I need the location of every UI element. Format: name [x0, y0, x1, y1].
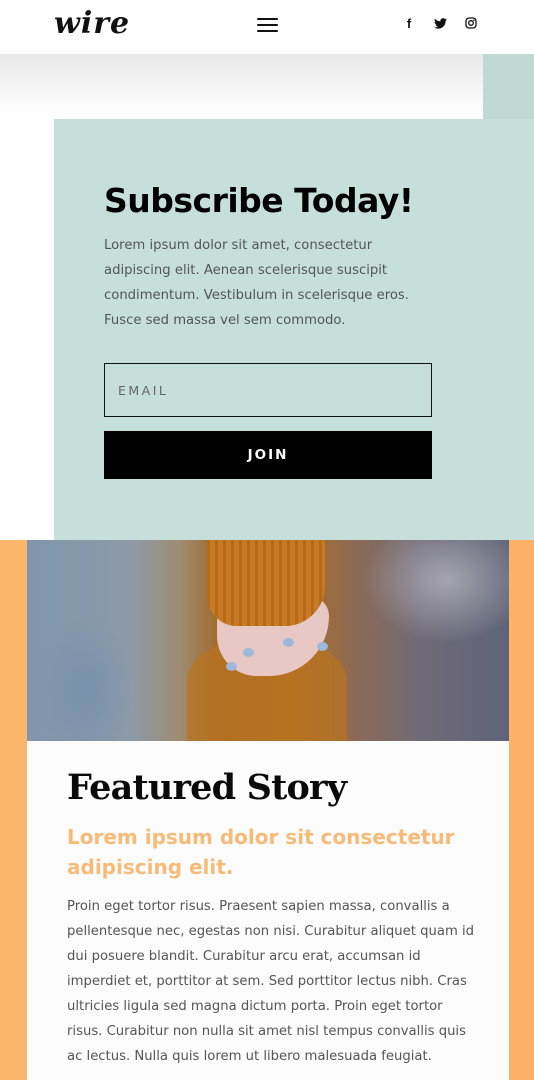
photo-nail: [243, 648, 254, 657]
featured-body: Proin eget tortor risus. Praesent sapien…: [67, 899, 475, 1064]
photo-nail: [226, 662, 237, 671]
header-shadow-band: [0, 54, 483, 119]
site-header: wire f: [0, 0, 534, 54]
instagram-icon[interactable]: [463, 14, 479, 32]
photo-nail: [283, 638, 294, 647]
photo-sleeve: [207, 540, 325, 626]
subscribe-description: Lorem ipsum dolor sit amet, consectetur …: [104, 238, 409, 328]
featured-subtitle: Lorem ipsum dolor sit consectetur adipis…: [67, 825, 455, 879]
decorative-corner: [483, 54, 534, 119]
subscribe-title: Subscribe Today!: [104, 181, 414, 220]
featured-photo: [27, 540, 509, 741]
email-input[interactable]: [104, 363, 432, 417]
hamburger-menu-icon[interactable]: [257, 14, 279, 36]
featured-card: Featured Story Lorem ipsum dolor sit con…: [27, 741, 509, 1080]
twitter-icon[interactable]: [432, 14, 448, 32]
featured-title: Featured Story: [67, 767, 347, 808]
site-logo[interactable]: wire: [54, 6, 130, 46]
photo-nail: [317, 642, 328, 651]
facebook-icon[interactable]: f: [404, 14, 414, 32]
subscribe-section: Subscribe Today! Lorem ipsum dolor sit a…: [54, 119, 534, 540]
join-button[interactable]: JOIN: [104, 431, 432, 479]
